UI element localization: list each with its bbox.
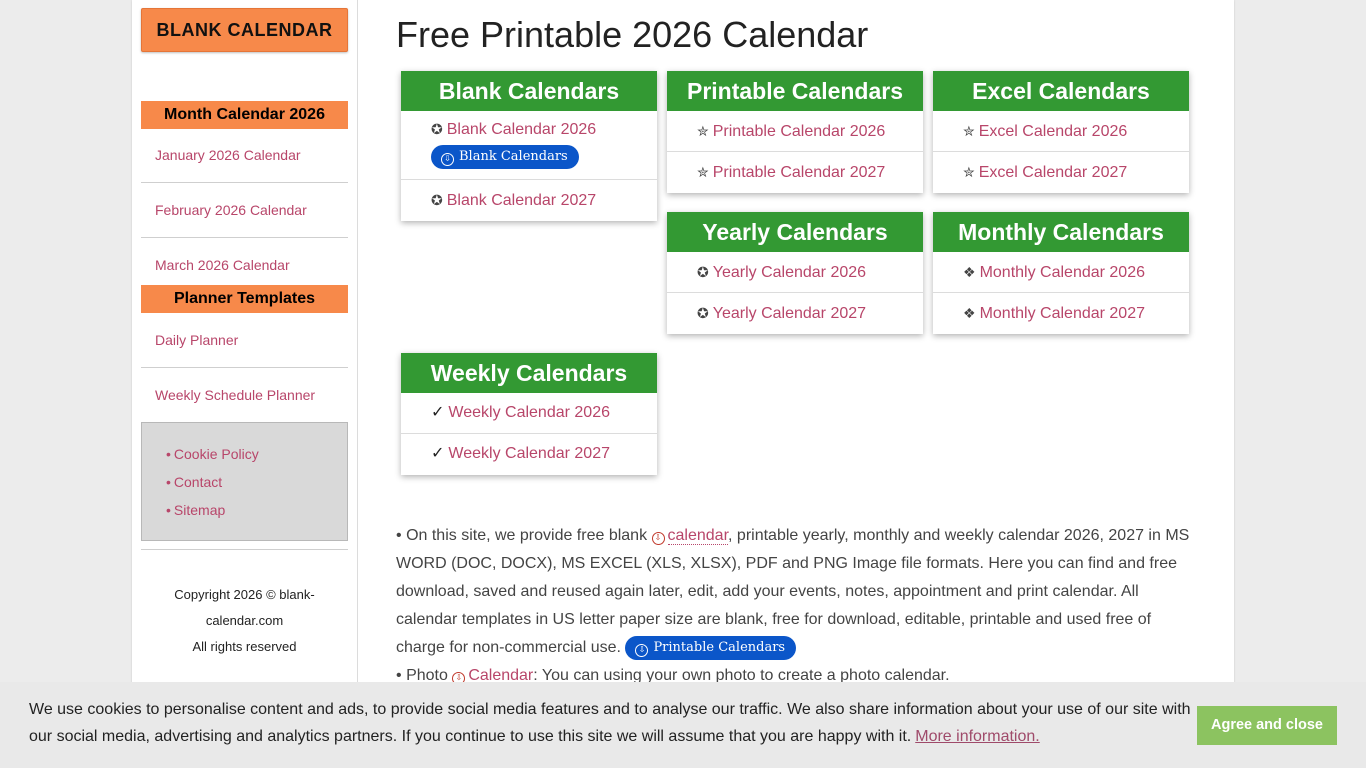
- card-title: Monthly Calendars: [933, 212, 1189, 252]
- checkmark-icon: ✓: [431, 404, 445, 421]
- sidebar-link-january-2026[interactable]: January 2026 Calendar: [155, 147, 301, 163]
- diamond-icon: ❖: [963, 305, 976, 321]
- link-label: Printable Calendar 2026: [712, 123, 886, 140]
- star-circle-icon: ✪: [431, 192, 443, 208]
- printable-calendars-card: Printable Calendars ✮ Printable Calendar …: [667, 71, 923, 193]
- sidebar: BLANK CALENDAR Month Calendar 2026 Janua…: [132, 0, 358, 768]
- blank-calendar-2027-link[interactable]: ✪ Blank Calendar 2027: [401, 180, 657, 221]
- star-icon: ✮: [697, 123, 709, 139]
- yearly-calendars-card: Yearly Calendars ✪ Yearly Calendar 2026 ✪…: [667, 212, 923, 334]
- printable-calendar-2026-link[interactable]: ✮ Printable Calendar 2026: [667, 111, 923, 152]
- sidebar-link-daily-planner[interactable]: Daily Planner: [155, 332, 238, 348]
- cookie-consent-bar: We use cookies to personalise content an…: [0, 682, 1366, 768]
- link-label: Weekly Calendar 2027: [448, 445, 610, 462]
- link-label: Blank Calendar 2026: [446, 121, 597, 138]
- paragraph-text: , printable yearly, monthly and weekly c…: [396, 527, 1190, 656]
- footer-link-label: Cookie Policy: [173, 446, 259, 462]
- agree-and-close-button[interactable]: Agree and close: [1197, 706, 1337, 745]
- bullet: •: [396, 527, 402, 544]
- paragraph-text: On this site, we provide free blank: [406, 527, 648, 544]
- intro-paragraph: • On this site, we provide free blank ⇩ c…: [396, 522, 1196, 662]
- link-label: Blank Calendar 2027: [446, 192, 597, 209]
- printable-calendars-pill-button[interactable]: ⇩ Printable Calendars: [625, 636, 797, 660]
- weekly-calendars-card: Weekly Calendars ✓ Weekly Calendar 2026 ✓…: [401, 353, 657, 475]
- star-circle-icon: ✪: [431, 121, 443, 137]
- pill-label: Printable Calendars: [653, 640, 786, 655]
- card-title: Printable Calendars: [667, 71, 923, 111]
- sidebar-link-march-2026[interactable]: March 2026 Calendar: [155, 257, 290, 273]
- footer-link-contact[interactable]: • Contact: [166, 474, 222, 490]
- copyright-line: All rights reserved: [192, 639, 297, 654]
- card-title: Excel Calendars: [933, 71, 1189, 111]
- sidebar-divider: [141, 367, 348, 368]
- monthly-calendar-2027-link[interactable]: ❖ Monthly Calendar 2027: [933, 293, 1189, 334]
- download-circle-icon: ⇩: [441, 153, 454, 166]
- pill-label: Blank Calendars: [459, 149, 568, 164]
- main-content: Free Printable 2026 Calendar Blank Calen…: [358, 0, 1234, 768]
- yearly-calendar-2026-link[interactable]: ✪ Yearly Calendar 2026: [667, 252, 923, 293]
- weekly-calendar-2027-link[interactable]: ✓ Weekly Calendar 2027: [401, 434, 657, 475]
- yearly-calendar-2027-link[interactable]: ✪ Yearly Calendar 2027: [667, 293, 923, 334]
- blank-calendars-card: Blank Calendars ✪ Blank Calendar 2026 ⇩ Bl…: [401, 71, 657, 221]
- excel-calendar-2026-link[interactable]: ✮ Excel Calendar 2026: [933, 111, 1189, 152]
- link-label: Yearly Calendar 2026: [712, 264, 867, 281]
- copyright: Copyright 2026 © blank- calendar.com All…: [141, 582, 348, 660]
- star-circle-icon: ✪: [697, 264, 709, 280]
- logo-button[interactable]: BLANK CALENDAR: [141, 8, 348, 52]
- footer-link-sitemap[interactable]: • Sitemap: [166, 502, 225, 518]
- star-icon: ✮: [963, 123, 975, 139]
- link-label: Excel Calendar 2026: [978, 123, 1128, 140]
- star-icon: ✮: [697, 164, 709, 180]
- excel-calendars-card: Excel Calendars ✮ Excel Calendar 2026 ✮ Ex…: [933, 71, 1189, 193]
- link-label: Printable Calendar 2027: [712, 164, 886, 181]
- cookie-text: We use cookies to personalise content an…: [29, 696, 1199, 750]
- sidebar-divider: [141, 182, 348, 183]
- card-title: Blank Calendars: [401, 71, 657, 111]
- link-label: Monthly Calendar 2026: [979, 264, 1145, 281]
- calendar-link[interactable]: calendar: [667, 527, 729, 545]
- download-circle-icon: ⇩: [651, 532, 665, 545]
- copyright-line: calendar.com: [205, 613, 284, 628]
- blank-calendar-2026-link[interactable]: ✪ Blank Calendar 2026 ⇩ Blank Calendars: [401, 111, 657, 180]
- monthly-calendars-card: Monthly Calendars ❖ Monthly Calendar 2026…: [933, 212, 1189, 334]
- planner-templates-heading: Planner Templates: [141, 285, 348, 313]
- link-label: Monthly Calendar 2027: [979, 305, 1145, 322]
- diamond-icon: ❖: [963, 264, 976, 280]
- month-calendar-heading: Month Calendar 2026: [141, 101, 348, 129]
- sidebar-link-february-2026[interactable]: February 2026 Calendar: [155, 202, 307, 218]
- star-circle-icon: ✪: [697, 305, 709, 321]
- card-title: Weekly Calendars: [401, 353, 657, 393]
- excel-calendar-2027-link[interactable]: ✮ Excel Calendar 2027: [933, 152, 1189, 193]
- more-information-link[interactable]: More information.: [915, 728, 1040, 745]
- bullet: •: [166, 474, 171, 490]
- intro-text: • On this site, we provide free blank ⇩ c…: [396, 522, 1196, 690]
- checkmark-icon: ✓: [431, 445, 445, 462]
- copyright-line: Copyright 2026 © blank-: [174, 587, 315, 602]
- link-label: Excel Calendar 2027: [978, 164, 1128, 181]
- bullet: •: [166, 446, 171, 462]
- monthly-calendar-2026-link[interactable]: ❖ Monthly Calendar 2026: [933, 252, 1189, 293]
- download-circle-icon: ⇩: [635, 644, 649, 657]
- card-title: Yearly Calendars: [667, 212, 923, 252]
- footer-link-cookie-policy[interactable]: • Cookie Policy: [166, 446, 259, 462]
- footer-link-label: Sitemap: [173, 502, 226, 518]
- link-label: Weekly Calendar 2026: [448, 404, 610, 421]
- bullet: •: [166, 502, 171, 518]
- page-container: BLANK CALENDAR Month Calendar 2026 Janua…: [132, 0, 1234, 768]
- weekly-calendar-2026-link[interactable]: ✓ Weekly Calendar 2026: [401, 393, 657, 434]
- printable-calendar-2027-link[interactable]: ✮ Printable Calendar 2027: [667, 152, 923, 193]
- sidebar-divider: [141, 549, 348, 550]
- sidebar-link-weekly-schedule-planner[interactable]: Weekly Schedule Planner: [155, 387, 315, 403]
- page-title: Free Printable 2026 Calendar: [396, 14, 869, 55]
- link-label: Yearly Calendar 2027: [712, 305, 867, 322]
- star-icon: ✮: [963, 164, 975, 180]
- blank-calendars-pill-button[interactable]: ⇩ Blank Calendars: [431, 145, 579, 169]
- footer-link-label: Contact: [173, 474, 223, 490]
- sidebar-divider: [141, 237, 348, 238]
- footer-links-box: • Cookie Policy • Contact • Sitemap: [141, 422, 348, 541]
